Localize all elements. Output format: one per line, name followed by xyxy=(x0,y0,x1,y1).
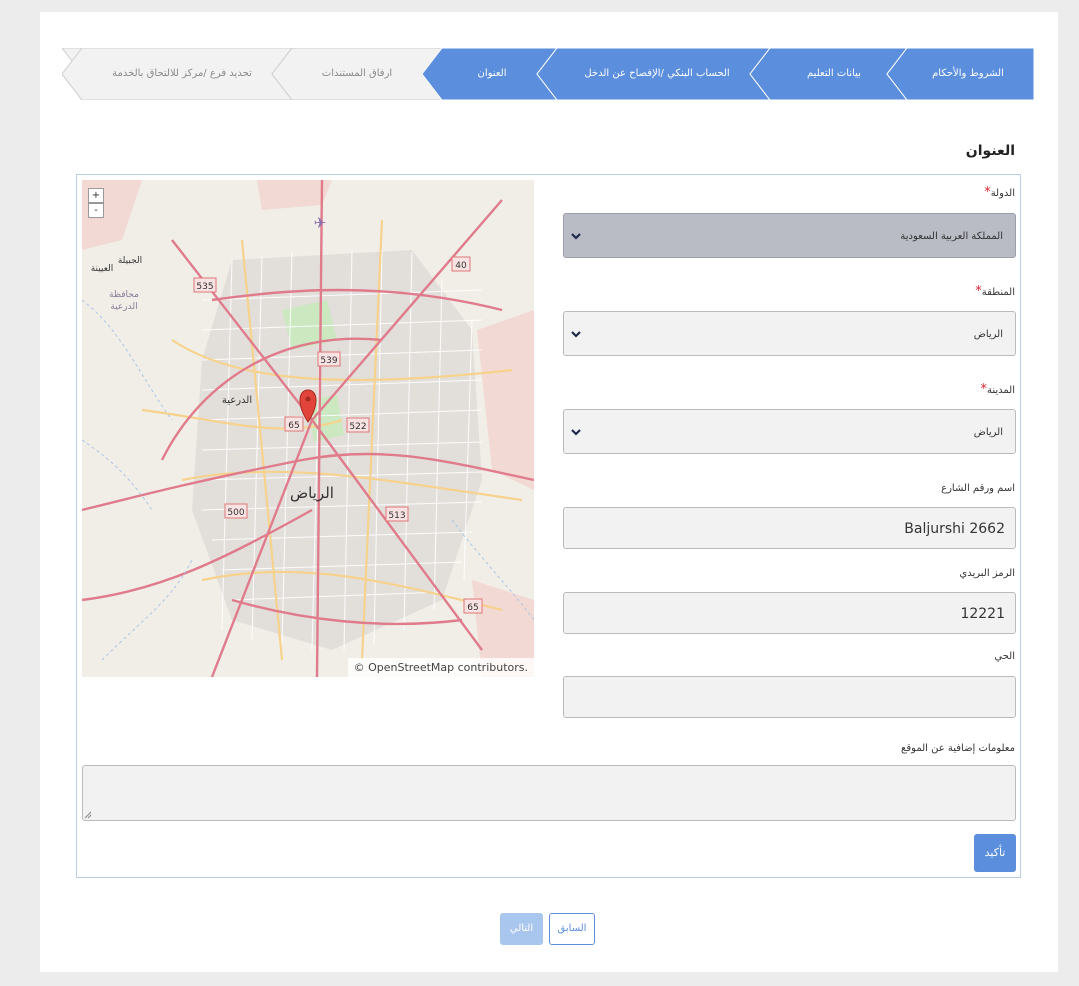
district-input[interactable] xyxy=(563,676,1016,718)
map-label-diriyah-gov-2: الدرعية xyxy=(110,302,137,312)
road-shield: 513 xyxy=(385,506,409,522)
country-label-text: الدولة xyxy=(990,188,1015,199)
street-input[interactable]: Baljurshi 2662 xyxy=(563,507,1016,549)
svg-text:40: 40 xyxy=(455,261,467,271)
city-select-value: الرياض xyxy=(973,427,1003,438)
svg-text:500: 500 xyxy=(227,508,244,518)
step-label-address[interactable]: العنوان xyxy=(442,48,542,100)
region-label: المنطقة* xyxy=(975,284,1015,299)
road-shield: 40 xyxy=(451,256,471,272)
resize-handle-icon[interactable] xyxy=(84,811,92,819)
country-select-value: المملكة العربية السعودية xyxy=(900,231,1003,242)
city-label-text: المدينة xyxy=(986,385,1015,396)
city-select[interactable]: الرياض xyxy=(563,409,1016,454)
svg-text:65: 65 xyxy=(467,603,478,613)
region-select-value: الرياض xyxy=(973,329,1003,340)
previous-button[interactable]: السابق xyxy=(549,913,595,945)
road-shield: 65 xyxy=(463,598,483,614)
region-select[interactable]: الرياض xyxy=(563,311,1016,356)
step-label-branch[interactable]: تحديد فرع /مركز للالتحاق بالخدمة xyxy=(82,48,282,100)
step-label-documents[interactable]: ارفاق المستندات xyxy=(287,48,427,100)
map-label-diriyah: الدرعية xyxy=(222,395,252,406)
country-select[interactable]: المملكة العربية السعودية xyxy=(563,213,1016,258)
road-shield: 539 xyxy=(317,351,341,367)
chevron-down-icon xyxy=(571,233,581,240)
next-button[interactable]: التالي xyxy=(500,913,543,945)
postal-code-label: الرمز البريدي xyxy=(959,568,1015,579)
street-label: اسم ورقم الشارع xyxy=(941,483,1015,494)
section-title: العنوان xyxy=(965,143,1015,159)
map-label-jubaila: الجبيلة xyxy=(118,256,142,266)
airport-icon: ✈ xyxy=(314,214,327,232)
map-zoom-in-button[interactable]: + xyxy=(88,188,104,203)
city-label: المدينة* xyxy=(980,382,1015,397)
postal-code-input[interactable]: 12221 xyxy=(563,592,1016,634)
confirm-button[interactable]: تأكيد xyxy=(974,834,1016,872)
step-label-bank[interactable]: الحساب البنكي /الإفصاح عن الدخل xyxy=(557,48,757,100)
region-label-text: المنطقة xyxy=(981,287,1015,298)
map-zoom-out-button[interactable]: - xyxy=(88,203,104,218)
road-shield: 500 xyxy=(224,503,248,519)
road-shield: 65 xyxy=(284,416,304,432)
road-shield: 535 xyxy=(193,277,217,293)
road-shield: 522 xyxy=(346,417,370,433)
step-label-terms[interactable]: الشروط والأحكام xyxy=(912,48,1024,100)
wizard-stepper: الشروط والأحكام بيانات التعليم الحساب ال… xyxy=(62,48,1034,100)
map-label-city: الرياض xyxy=(290,484,334,502)
map-canvas: الرياض الدرعية محافظة الدرعية الجبيلة ال… xyxy=(82,180,534,677)
svg-text:539: 539 xyxy=(320,356,337,366)
svg-text:65: 65 xyxy=(288,421,299,431)
location-map[interactable]: الرياض الدرعية محافظة الدرعية الجبيلة ال… xyxy=(82,180,534,677)
country-label: الدولة* xyxy=(984,185,1015,200)
additional-info-label: معلومات إضافية عن الموقع xyxy=(901,743,1015,754)
postal-code-input-value: 12221 xyxy=(960,606,1005,622)
map-label-diriyah-gov-1: محافظة xyxy=(109,290,139,300)
street-input-value: Baljurshi 2662 xyxy=(904,521,1005,537)
map-attribution: © OpenStreetMap contributors. xyxy=(347,658,534,677)
additional-info-textarea[interactable] xyxy=(82,765,1016,821)
chevron-down-icon xyxy=(571,331,581,338)
map-label-uyaynah: العيينة xyxy=(91,264,114,274)
svg-text:513: 513 xyxy=(388,511,405,521)
chevron-down-icon xyxy=(571,429,581,436)
district-label: الحي xyxy=(994,651,1015,662)
svg-text:522: 522 xyxy=(349,422,366,432)
svg-text:535: 535 xyxy=(196,282,213,292)
step-label-education[interactable]: بيانات التعليم xyxy=(774,48,894,100)
